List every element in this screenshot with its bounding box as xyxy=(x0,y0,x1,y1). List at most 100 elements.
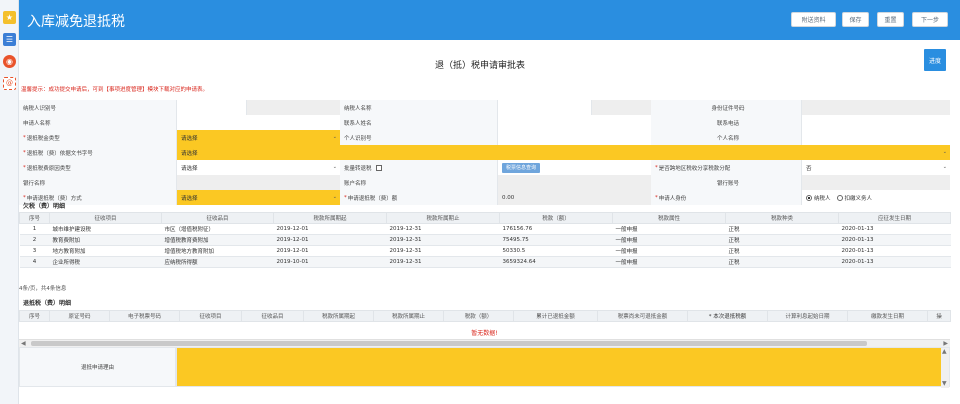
horizontal-scrollbar[interactable]: ◀ ▶ xyxy=(19,339,950,347)
form-row: * 退抵税（费）依据文书字号 请选择 ⌄ xyxy=(19,145,950,160)
table-cell: 2019-12-01 xyxy=(273,245,387,257)
identity-taxpayer-radio[interactable] xyxy=(806,194,812,201)
owed-section-title: 欠税（费）明细 xyxy=(23,203,66,210)
owed-column-header: 序号 xyxy=(19,212,50,224)
reason-type-select[interactable]: 请选择 ⌄ xyxy=(176,160,340,175)
reset-button[interactable]: 重置 xyxy=(877,12,904,27)
phone-input[interactable] xyxy=(801,115,950,130)
personal-name-input[interactable] xyxy=(801,130,950,145)
vertical-scrollbar[interactable]: ▲ ▼ xyxy=(941,348,949,388)
contact-input[interactable] xyxy=(497,115,651,130)
bank-account-field xyxy=(801,175,950,190)
at-icon[interactable]: @ xyxy=(3,77,16,90)
table-cell: 正税 xyxy=(725,245,839,257)
table-cell: 2020-01-13 xyxy=(838,234,951,246)
table-cell: 正税 xyxy=(725,256,839,268)
owed-column-header: 应征发生日期 xyxy=(838,212,951,224)
identity-radio-group: 纳税人 扣缴义务人 xyxy=(801,190,950,205)
table-cell: 50330.5 xyxy=(499,245,613,257)
table-cell: 2020-01-13 xyxy=(838,245,951,257)
refund-column-header: 累计已退抵金额 xyxy=(513,310,598,322)
table-cell: 地方教育附加 xyxy=(49,245,162,257)
applicant-label: 申请人名称 xyxy=(19,115,176,130)
phone-label: 联系电话 xyxy=(651,115,801,130)
doc-no-select[interactable]: 请选择 ⌄ xyxy=(176,145,950,160)
identity-withholder-radio[interactable] xyxy=(836,194,843,201)
refund-column-header: 税款所属期止 xyxy=(373,310,444,322)
owed-column-header: 征收项目 xyxy=(49,212,162,224)
cross-area-select[interactable]: 否 ⌄ xyxy=(801,160,950,175)
form-row: * 退抵税费原因类型 请选择 ⌄ 批量转退税 税票信息查询 * 是否跨地区税收分享税款… xyxy=(19,160,950,175)
amount-label: * 申请退抵税（费）额 xyxy=(340,190,497,205)
table-cell: 2020-01-13 xyxy=(838,256,951,268)
table-cell: 一般申报 xyxy=(612,256,726,268)
owed-column-header: 税款属性 xyxy=(612,212,726,224)
reason-type-label: * 退抵税费原因类型 xyxy=(19,160,176,175)
refund-column-header: * 本次退抵税额 xyxy=(687,310,768,322)
bank-name-field xyxy=(176,175,340,190)
chevron-down-icon: ⌄ xyxy=(942,149,947,155)
table-cell: 176156.76 xyxy=(499,223,613,235)
batch-refund-checkbox[interactable] xyxy=(375,164,382,171)
scroll-up-icon[interactable]: ▲ xyxy=(942,348,947,356)
account-name-field xyxy=(497,175,651,190)
next-step-button[interactable]: 下一步 xyxy=(912,12,948,27)
table-row[interactable]: 2 教育费附加 增值税教育费附加 2019-12-01 2019-12-31 75495.… xyxy=(19,234,951,246)
chevron-down-icon: ⌄ xyxy=(332,134,337,140)
scroll-down-icon[interactable]: ▼ xyxy=(942,380,947,388)
table-cell: 增值税教育费附加 xyxy=(161,234,274,246)
reason-textarea[interactable]: ▲ ▼ xyxy=(176,347,950,388)
table-cell: 2019-12-01 xyxy=(273,234,387,246)
table-row[interactable]: 1 城市维护建设税 市区（增值税附征） 2019-12-01 2019-12-31 176… xyxy=(19,223,951,235)
contact-label: 联系人姓名 xyxy=(340,115,497,130)
tax-ticket-query-button[interactable]: 税票信息查询 xyxy=(502,162,541,173)
table-cell: 2 xyxy=(19,234,50,246)
table-cell: 一般申报 xyxy=(612,234,726,246)
chevron-down-icon: ⌄ xyxy=(942,164,947,170)
refund-type-select[interactable]: 请选择 ⌄ xyxy=(176,130,340,145)
taxpayer-name-label: 纳税人名称 xyxy=(340,100,497,115)
table-cell: 2020-01-13 xyxy=(838,223,951,235)
identity-withholder-label: 扣缴义务人 xyxy=(844,195,873,202)
page-header-title: 入库减免退抵税 xyxy=(27,14,125,30)
star-icon[interactable]: ★ xyxy=(3,11,16,24)
save-button[interactable]: 保存 xyxy=(842,12,869,27)
refund-column-header: 缴款发生日期 xyxy=(847,310,928,322)
taxpayer-id-value xyxy=(176,100,246,115)
form-row: * 退抵税金类型 请选择 ⌄ 个人识别号 个人名称 xyxy=(19,130,950,145)
table-cell: 2019-12-31 xyxy=(386,223,500,235)
page-title: 退（抵）税申请审批表 xyxy=(434,61,525,71)
chevron-down-icon: ⌄ xyxy=(332,194,337,200)
table-cell: 2019-10-01 xyxy=(273,256,387,268)
table-cell: 企业所得税 xyxy=(49,256,162,268)
table-row[interactable]: 4 企业所得税 应纳税所得额 2019-10-01 2019-12-31 3659324.… xyxy=(19,256,951,268)
owed-column-header: 税款种类 xyxy=(725,212,839,224)
list-icon[interactable]: ☰ xyxy=(3,33,16,46)
doc-no-label: * 退抵税（费）依据文书字号 xyxy=(19,145,176,160)
applicant-input[interactable] xyxy=(176,115,340,130)
refund-column-header: 税款（额） xyxy=(443,310,514,322)
table-cell: 教育费附加 xyxy=(49,234,162,246)
table-cell: 一般申报 xyxy=(612,223,726,235)
refund-column-header: 电子税票号码 xyxy=(109,310,180,322)
refund-column-header: 征收品目 xyxy=(241,310,304,322)
table-row[interactable]: 3 地方教育附加 增值税地方教育附加 2019-12-01 2019-12-31 5033… xyxy=(19,245,951,257)
amount-field: 0.00 xyxy=(497,190,651,205)
notice-text: 温馨提示：成功提交申请后，可到【事项进度管理】模块下载对应的申请表。 xyxy=(21,87,209,93)
form-row: 申请人名称 联系人姓名 联系电话 xyxy=(19,115,950,130)
form-row: * 申请退抵税（费）方式 请选择 ⌄ * 申请退抵税（费）额 0.00 * 申请人身份 … xyxy=(19,190,950,205)
refund-column-header: 税票尚未可退抵金额 xyxy=(597,310,688,322)
bank-account-label: 银行账号 xyxy=(651,175,801,190)
identity-taxpayer-label: 纳税人 xyxy=(814,195,831,202)
table-cell: 2019-12-31 xyxy=(386,245,500,257)
personal-id-label: 个人识别号 xyxy=(340,130,497,145)
personal-id-input[interactable] xyxy=(497,130,651,145)
table-cell: 增值税地方教育附加 xyxy=(161,245,274,257)
attach-docs-button[interactable]: 附送资料 xyxy=(791,12,836,27)
method-select[interactable]: 请选择 ⌄ xyxy=(176,190,340,205)
refund-column-header: 操 xyxy=(927,310,951,322)
id-number-field xyxy=(801,100,950,115)
table-cell: 应纳税所得额 xyxy=(161,256,274,268)
table-cell: 1 xyxy=(19,223,50,235)
scrollbar-thumb[interactable] xyxy=(31,341,867,346)
